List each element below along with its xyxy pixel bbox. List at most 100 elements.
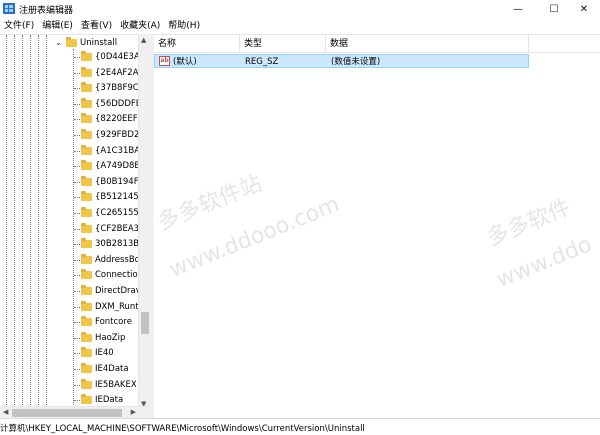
menu-favorites[interactable]: 收藏夹(A) (116, 18, 164, 34)
tree-item-label: {C2651553 (95, 208, 140, 218)
tree-branch-line (74, 103, 80, 105)
tree-item[interactable]: {CF2BEA3C (0, 222, 140, 236)
key-tree[interactable]: ⌄ Uninstall {0D44E3A4 {2E4AF2A6 {37B8F9C7 {… (0, 34, 150, 410)
tree-item-label: Fontcore (95, 317, 132, 328)
folder-icon (81, 51, 92, 61)
folder-icon (81, 144, 92, 155)
column-header-type[interactable]: 类型 (240, 35, 326, 53)
tree-item-label: DXM_Runt (95, 301, 139, 312)
tree-item-label: {B0B194F8 (95, 176, 140, 187)
maximize-button[interactable]: ☐ (536, 0, 572, 18)
tree-item[interactable]: IE5BAKEX (0, 378, 140, 392)
tree-item-label: HaoZip (95, 332, 126, 343)
minimize-button[interactable]: — (500, 0, 536, 18)
tree-item[interactable]: DXM_Runt (0, 300, 140, 314)
folder-icon (81, 269, 92, 280)
tree-item-label: IEData (95, 395, 124, 406)
tree-item-label: AddressBo (95, 254, 140, 265)
tree-branch-line (74, 57, 80, 58)
watermark-url: www.ddo (492, 232, 596, 293)
tree-item-uninstall[interactable]: ⌄ Uninstall (0, 36, 140, 50)
tree-branch-line (74, 353, 80, 355)
close-button[interactable]: ✕ (568, 0, 600, 18)
tree-item-label: Uninstall (80, 38, 118, 48)
tree-branch-line (74, 88, 80, 90)
watermark-text: 多多软件站 (154, 171, 266, 236)
tree-item-label: {56DDDFB (95, 98, 140, 109)
tree-item[interactable]: {A1C31BA5 (0, 144, 140, 158)
tree-item[interactable]: {B5121457 (0, 190, 140, 204)
window-title: 注册表编辑器 (19, 6, 74, 16)
tree-item[interactable]: DirectDrav (0, 284, 140, 298)
tree-item[interactable]: {2E4AF2A6 (0, 66, 140, 80)
tree-vertical-scrollbar[interactable]: ▲ ▼ (138, 34, 150, 410)
tree-item[interactable]: {C2651553 (0, 206, 140, 220)
folder-icon (81, 129, 92, 139)
list-row-default-value[interactable]: ab (默认) REG_SZ (数值未设置) (154, 54, 529, 68)
tree-item[interactable]: {A749D8E6 (0, 159, 140, 173)
menu-help[interactable]: 帮助(H) (164, 18, 204, 34)
list-header: 名称 类型 数据 (154, 35, 600, 53)
folder-icon (81, 66, 92, 77)
tree-item-label: {929FBD26 (95, 130, 140, 140)
tree-item[interactable]: {37B8F9C7 (0, 81, 140, 95)
tree-item[interactable]: IE4Data (0, 362, 140, 376)
tree-item-label: {A749D8E6 (95, 161, 140, 172)
chevron-down-icon[interactable]: ⌄ (55, 38, 62, 47)
status-bar: 计算机\HKEY_LOCAL_MACHINE\SOFTWARE\Microsof… (0, 418, 600, 435)
scroll-right-arrow-icon[interactable]: ▶ (131, 408, 136, 416)
tree-item[interactable]: IE40 (0, 346, 140, 360)
tree-branch-line (74, 275, 80, 277)
folder-icon (81, 113, 92, 124)
menu-bar: 文件(F) 编辑(E) 查看(V) 收藏夹(A) 帮助(H) (0, 18, 600, 34)
tree-branch-line (74, 150, 80, 152)
column-header-data[interactable]: 数据 (326, 35, 529, 53)
tree-branch-line (74, 213, 80, 214)
folder-icon (81, 82, 92, 93)
folder-icon (81, 238, 92, 249)
folder-icon (81, 316, 92, 327)
tree-item[interactable]: Connection (0, 268, 140, 282)
value-name: (默认) (173, 57, 197, 67)
tree-item[interactable]: {0D44E3A4 (0, 50, 140, 64)
tree-branch-line (74, 228, 80, 230)
menu-edit[interactable]: 编辑(E) (38, 18, 77, 34)
tree-item-label: IE4Data (95, 364, 129, 374)
tree-item[interactable]: {B0B194F8 (0, 175, 140, 189)
folder-icon (81, 394, 92, 405)
scroll-thumb[interactable] (141, 312, 149, 334)
tree-branch-line (74, 322, 80, 324)
tree-item[interactable]: Fontcore (0, 315, 140, 329)
scroll-left-arrow-icon[interactable]: ◀ (3, 408, 8, 416)
tree-item[interactable]: AddressBo (0, 253, 140, 267)
tree-horizontal-scrollbar[interactable]: ◀ ▶ (0, 406, 150, 418)
tree-branch-line (74, 197, 80, 199)
tree-item[interactable]: 30B2813B (0, 237, 140, 251)
string-value-icon: ab (159, 56, 170, 66)
scroll-hthumb[interactable] (12, 409, 122, 417)
column-header-name[interactable]: 名称 (154, 35, 240, 53)
folder-icon (81, 300, 92, 311)
tree-item-label: {CF2BEA3C (95, 223, 140, 234)
tree-branch-line (74, 166, 80, 168)
tree-item[interactable]: {8220EEFE (0, 112, 140, 126)
value-type: REG_SZ (245, 57, 279, 67)
menu-view[interactable]: 查看(V) (77, 18, 116, 34)
folder-icon (81, 285, 92, 295)
tree-item[interactable]: {56DDDFB (0, 97, 140, 111)
folder-icon (81, 175, 92, 186)
scroll-up-arrow-icon[interactable]: ▲ (141, 36, 146, 44)
menu-file[interactable]: 文件(F) (0, 18, 38, 34)
values-list[interactable]: 名称 类型 数据 ab (默认) REG_SZ (数值未设置) 多多软件站 ww… (154, 34, 600, 418)
tree-item-label: IE40 (95, 348, 114, 359)
tree-item-label: {37B8F9C7 (95, 83, 140, 94)
tree-item-label: 30B2813B (95, 239, 140, 250)
tree-item[interactable]: HaoZip (0, 331, 140, 345)
watermark-text: 多多软件 (483, 195, 575, 252)
folder-icon (81, 207, 92, 217)
tree-branch-line (74, 384, 80, 386)
tree-item[interactable]: {929FBD26 (0, 128, 140, 142)
tree-item-label: IE5BAKEX (95, 379, 137, 390)
tree-item-label: {8220EEFE (95, 114, 140, 125)
tree-branch-line (74, 259, 80, 261)
